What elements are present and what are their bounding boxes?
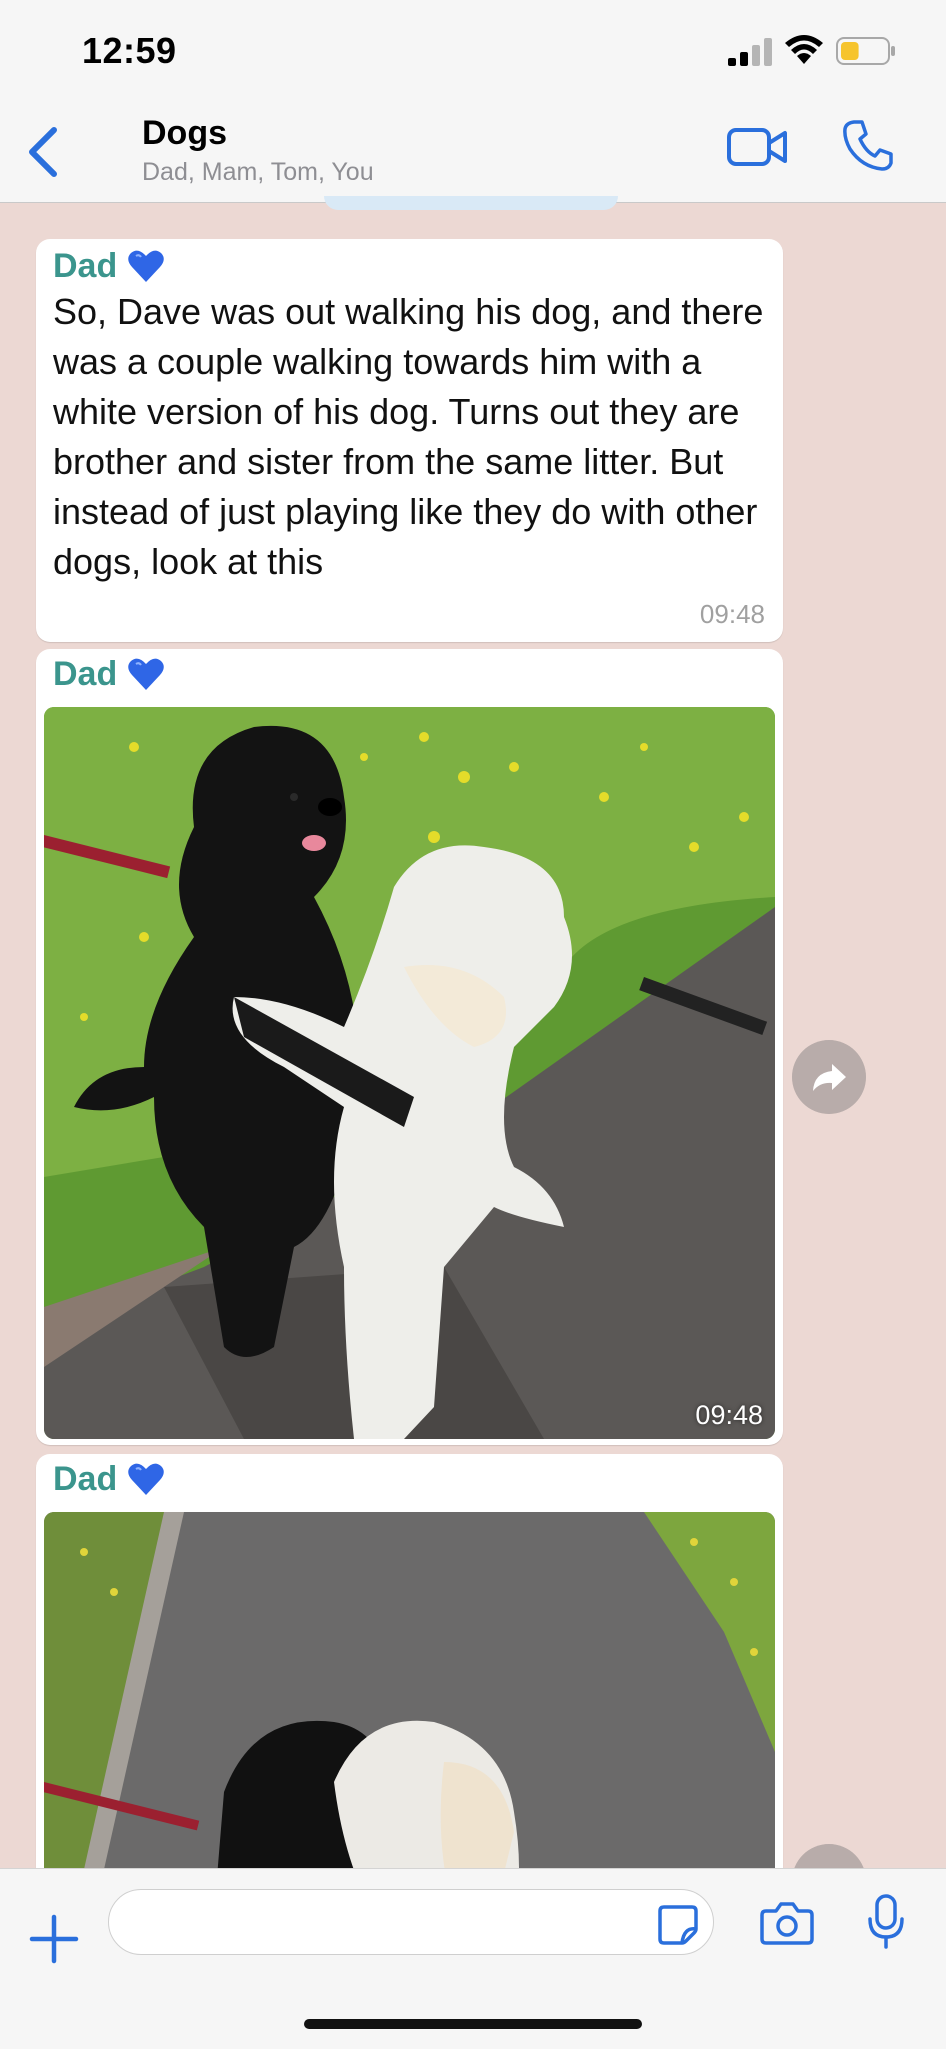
cellular-signal-icon <box>728 38 772 66</box>
date-pill <box>324 196 618 210</box>
battery-icon <box>836 37 895 65</box>
photo-illustration <box>44 1512 775 1914</box>
dogs-hugging-photo[interactable]: 09:48 <box>44 707 775 1439</box>
message-input[interactable] <box>108 1889 714 1955</box>
message-bubble[interactable]: Dad <box>36 1454 783 1914</box>
camera-icon[interactable] <box>760 1899 814 1947</box>
message-text: So, Dave was out walking his dog, and th… <box>53 291 764 582</box>
status-time: 12:59 <box>82 30 177 71</box>
wifi-icon <box>785 35 823 64</box>
photo-illustration <box>44 707 775 1439</box>
sticker-icon[interactable] <box>656 1903 700 1947</box>
message-time: 09:48 <box>699 599 765 629</box>
blue-heart-icon <box>128 1463 165 1495</box>
chevron-left-icon[interactable] <box>24 124 64 180</box>
chat-members[interactable]: Dad, Mam, Tom, You <box>142 158 374 187</box>
phone-icon[interactable] <box>842 118 894 172</box>
video-camera-icon[interactable] <box>726 122 788 172</box>
plus-icon[interactable] <box>28 1913 80 1965</box>
chat-title[interactable]: Dogs <box>142 114 227 153</box>
sender-name: Dad <box>53 655 165 694</box>
composer-bar <box>0 1868 946 2049</box>
message-time: 09:48 <box>695 1400 763 1430</box>
home-indicator <box>304 2019 642 2029</box>
message-bubble[interactable]: Dad So, Dave was out walking his dog, an… <box>36 239 783 642</box>
status-bar: 12:59 <box>0 0 946 92</box>
chat-header: Dogs Dad, Mam, Tom, You <box>0 92 946 203</box>
message-bubble[interactable]: Dad 09:48 <box>36 649 783 1445</box>
microphone-icon[interactable] <box>866 1893 906 1951</box>
sender-name: Dad <box>53 247 165 286</box>
sender-name: Dad <box>53 1460 165 1499</box>
blue-heart-icon <box>128 658 165 690</box>
forward-icon[interactable] <box>792 1040 866 1114</box>
dogs-walking-photo[interactable] <box>44 1512 775 1914</box>
blue-heart-icon <box>128 250 165 282</box>
